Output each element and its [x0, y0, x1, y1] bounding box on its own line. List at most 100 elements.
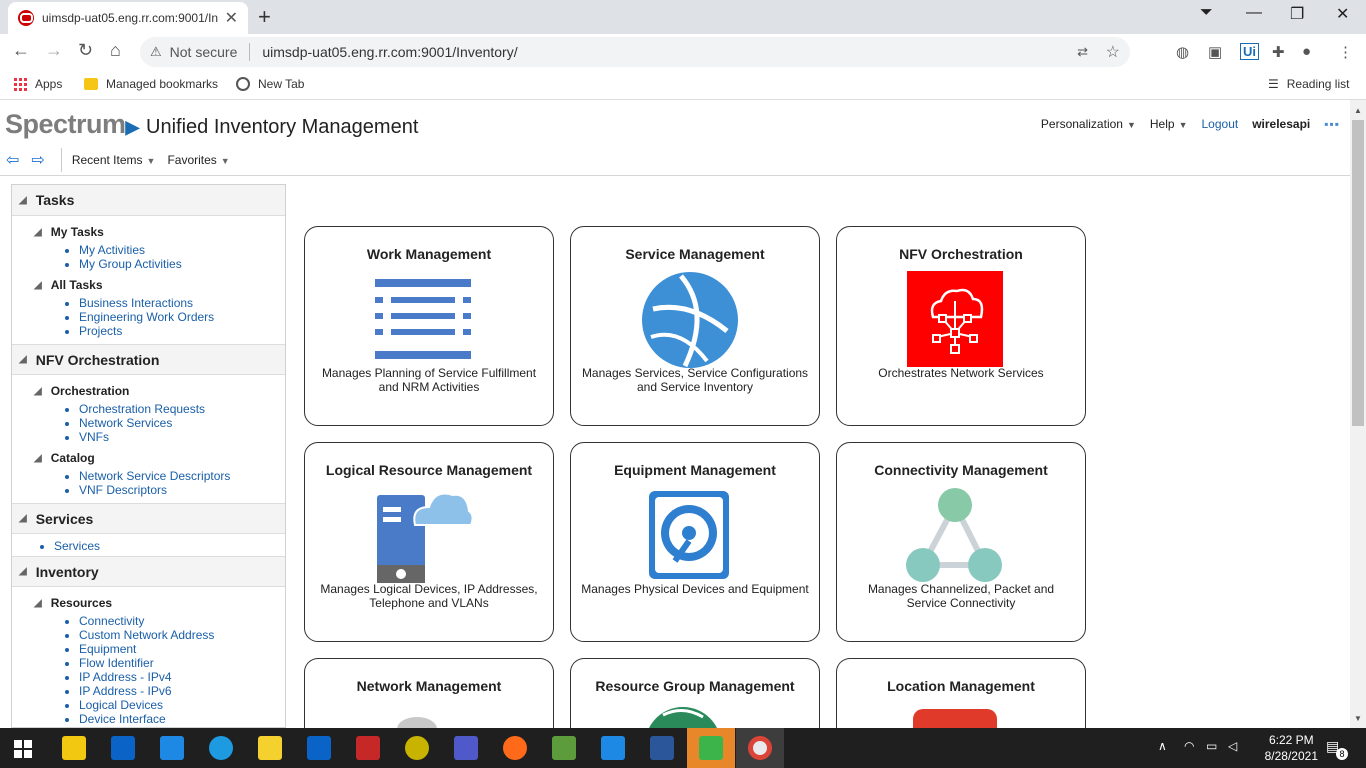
close-window-icon[interactable]: ✕ — [1336, 4, 1349, 24]
card-description: Manages Logical Devices, IP Addresses, T… — [320, 582, 538, 610]
collapse-icon: ◢ — [19, 566, 27, 577]
link-network-service-descriptors[interactable]: Network Service Descriptors — [79, 469, 285, 483]
group-title[interactable]: ◢ Resources — [12, 595, 285, 611]
outlook-icon[interactable] — [307, 736, 331, 760]
link-my-group-activities[interactable]: My Group Activities — [79, 257, 285, 271]
group-title[interactable]: ◢ Catalog — [12, 450, 285, 466]
extension-globe-icon[interactable]: ◍ — [1176, 43, 1189, 61]
link-equipment[interactable]: Equipment — [79, 642, 285, 656]
minimize-icon[interactable]: — — [1246, 4, 1262, 22]
link-custom-network-address[interactable]: Custom Network Address — [79, 628, 285, 642]
url-text[interactable]: uimsdp-uat05.eng.rr.com:9001/Inventory/ — [262, 44, 517, 60]
card-location-management[interactable]: Location Management — [836, 658, 1086, 728]
link-services[interactable]: Services — [54, 539, 285, 553]
card-equipment-management[interactable]: Equipment Management Manages Physical De… — [570, 442, 820, 642]
collapse-icon: ◢ — [34, 452, 42, 464]
forward-icon[interactable]: → — [45, 40, 63, 61]
app-s-icon[interactable] — [160, 736, 184, 760]
link-business-interactions[interactable]: Business Interactions — [79, 296, 285, 310]
reading-list[interactable]: ☰ Reading list — [1268, 77, 1349, 91]
forward-arrow-icon[interactable]: ⇨ — [31, 150, 44, 170]
card-logical-resource-management[interactable]: Logical Resource Management Manages Logi… — [304, 442, 554, 642]
card-network-management[interactable]: Network Management — [304, 658, 554, 728]
browser-tab[interactable]: uimsdp-uat05.eng.rr.com:9001/In ✕ — [8, 2, 248, 34]
chrome-icon[interactable] — [748, 736, 772, 760]
personalization-menu[interactable]: Personalization ▼ — [1041, 117, 1136, 131]
close-tab-icon[interactable]: ✕ — [225, 8, 238, 28]
restore-icon[interactable]: ❐ — [1290, 4, 1304, 24]
app-gear-icon[interactable] — [405, 736, 429, 760]
bookmark-managed[interactable]: Managed bookmarks — [84, 77, 218, 91]
address-bar[interactable]: ⚠ Not secure uimsdp-uat05.eng.rr.com:900… — [140, 37, 1130, 67]
uipath-extension-icon[interactable]: Ui — [1240, 43, 1259, 60]
app-play-icon[interactable] — [699, 736, 723, 760]
link-projects[interactable]: Projects — [79, 324, 285, 338]
volume-icon[interactable]: ◁ — [1228, 739, 1237, 753]
link-device-interface[interactable]: Device Interface — [79, 712, 285, 726]
section-inventory[interactable]: ◢ Inventory — [12, 556, 285, 587]
tray-chevron-icon[interactable]: ∧ — [1158, 739, 1167, 753]
windows-start-icon[interactable] — [14, 740, 32, 758]
page-scrollbar[interactable]: ▲ ▼ — [1350, 100, 1366, 728]
sticky-notes-icon[interactable] — [258, 736, 282, 760]
section-services[interactable]: ◢ Services — [12, 503, 285, 534]
puzzle-extensions-icon[interactable]: ✚ — [1272, 43, 1285, 61]
username: wirelesapi — [1252, 117, 1311, 131]
wifi-icon[interactable]: ◠ — [1184, 739, 1194, 753]
bookmark-new-tab[interactable]: New Tab — [236, 77, 304, 91]
menu-kebab-icon[interactable]: ⋮ — [1338, 43, 1353, 61]
file-explorer-icon[interactable] — [62, 736, 86, 760]
section-tasks[interactable]: ◢ Tasks — [12, 185, 285, 216]
section-nfv-orchestration[interactable]: ◢ NFV Orchestration — [12, 344, 285, 375]
scroll-up-icon[interactable]: ▲ — [1354, 106, 1362, 115]
link-ip-address-ipv6[interactable]: IP Address - IPv6 — [79, 684, 285, 698]
scrollbar-thumb[interactable] — [1352, 120, 1364, 426]
link-ip-address-ipv4[interactable]: IP Address - IPv4 — [79, 670, 285, 684]
link-network-services[interactable]: Network Services — [79, 416, 285, 430]
profile-avatar-icon[interactable]: ● — [1302, 43, 1311, 60]
group-title[interactable]: ◢ All Tasks — [12, 277, 285, 293]
translate-icon[interactable]: ⇄ — [1077, 44, 1088, 60]
link-flow-identifier[interactable]: Flow Identifier — [79, 656, 285, 670]
scroll-down-icon[interactable]: ▼ — [1354, 714, 1362, 723]
app-chart-icon[interactable] — [552, 736, 576, 760]
card-resource-group-management[interactable]: Resource Group Management — [570, 658, 820, 728]
link-my-activities[interactable]: My Activities — [79, 243, 285, 257]
postman-icon[interactable] — [503, 736, 527, 760]
card-connectivity-management[interactable]: Connectivity Management Manages Channeli… — [836, 442, 1086, 642]
new-tab-icon[interactable]: + — [258, 4, 271, 30]
link-logical-devices[interactable]: Logical Devices — [79, 698, 285, 712]
card-service-management[interactable]: Service Management Manages Services, Ser… — [570, 226, 820, 426]
outlook-icon[interactable] — [111, 736, 135, 760]
back-arrow-icon[interactable]: ⇦ — [6, 150, 19, 170]
group-title[interactable]: ◢ Orchestration — [12, 383, 285, 399]
bookmark-apps[interactable]: Apps — [14, 77, 62, 91]
acrobat-icon[interactable] — [356, 736, 380, 760]
battery-icon[interactable]: ▭ — [1206, 739, 1217, 753]
profile-dropdown-icon[interactable]: ⏷ — [1200, 4, 1213, 22]
logout-link[interactable]: Logout — [1202, 117, 1239, 131]
system-clock[interactable]: 6:22 PM 8/28/2021 — [1265, 732, 1318, 764]
teams-icon[interactable] — [454, 736, 478, 760]
link-vnfs[interactable]: VNFs — [79, 430, 285, 444]
more-options-icon[interactable]: ▪▪▪ — [1324, 117, 1340, 131]
reading-list-label: Reading list — [1286, 77, 1350, 91]
word-icon[interactable] — [650, 736, 674, 760]
recent-items-menu[interactable]: Recent Items ▼ — [72, 153, 156, 167]
group-title[interactable]: ◢ My Tasks — [12, 224, 285, 240]
extension-icon[interactable]: ▣ — [1208, 43, 1222, 61]
help-menu[interactable]: Help ▼ — [1150, 117, 1188, 131]
back-icon[interactable]: ← — [12, 40, 30, 61]
home-icon[interactable]: ⌂ — [110, 40, 121, 61]
app-s-icon[interactable] — [601, 736, 625, 760]
favorites-menu[interactable]: Favorites ▼ — [167, 153, 229, 167]
card-work-management[interactable]: Work Management Manages Planning of Serv… — [304, 226, 554, 426]
reload-icon[interactable]: ↻ — [78, 40, 93, 61]
link-vnf-descriptors[interactable]: VNF Descriptors — [79, 483, 285, 497]
link-engineering-work-orders[interactable]: Engineering Work Orders — [79, 310, 285, 324]
edge-icon[interactable] — [209, 736, 233, 760]
link-connectivity[interactable]: Connectivity — [79, 614, 285, 628]
card-nfv-orchestration[interactable]: NFV Orchestration Orchestrates Network S… — [836, 226, 1086, 426]
link-orchestration-requests[interactable]: Orchestration Requests — [79, 402, 285, 416]
bookmark-star-icon[interactable]: ☆ — [1106, 42, 1120, 62]
